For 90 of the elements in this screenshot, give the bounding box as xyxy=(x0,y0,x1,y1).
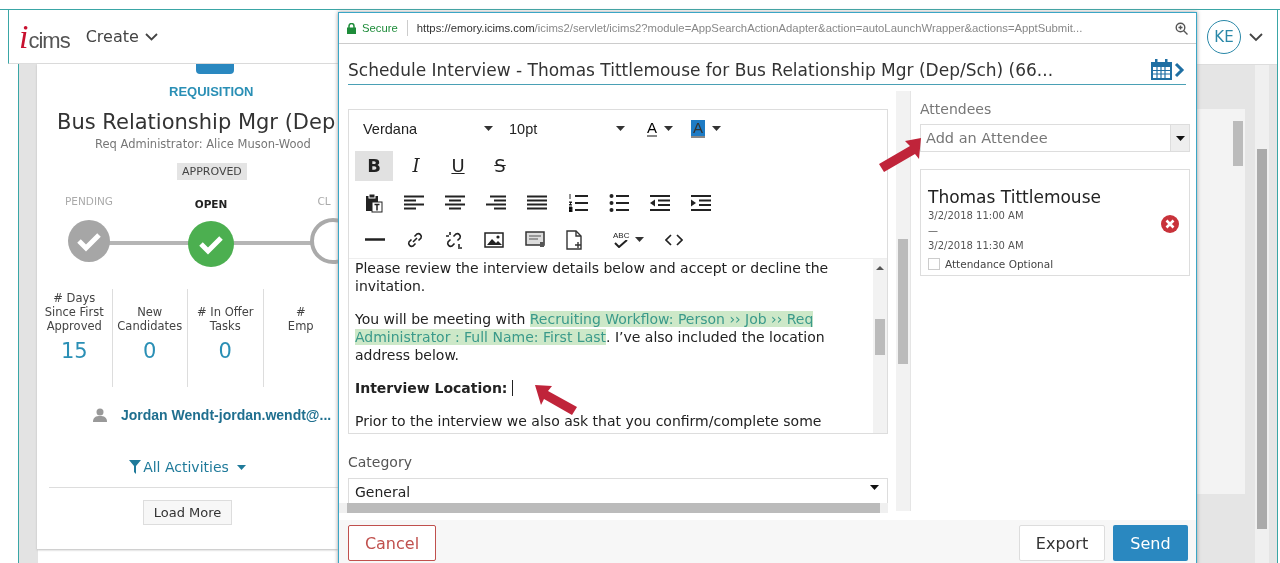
editor-paragraph: Prior to the interview we also ask that you confirm/complete some xyxy=(355,412,823,430)
secure-label: Secure xyxy=(362,22,398,34)
align-center-icon[interactable] xyxy=(445,194,465,211)
format-button[interactable]: I xyxy=(397,150,435,181)
stat-value[interactable]: 0 xyxy=(218,339,232,363)
numbered-list-icon[interactable] xyxy=(568,193,588,212)
tab-indicator xyxy=(196,64,234,74)
create-menu[interactable]: Create xyxy=(85,27,158,46)
status-badge: APPROVED xyxy=(177,163,247,180)
checkbox[interactable] xyxy=(928,258,940,270)
justify-icon[interactable] xyxy=(527,194,547,211)
funnel-icon xyxy=(129,460,142,474)
paste-icon[interactable] xyxy=(365,192,383,213)
media-icon[interactable] xyxy=(525,231,545,248)
calendar-icon[interactable] xyxy=(1150,58,1186,82)
stat-label: # Emp xyxy=(287,304,314,333)
caret-icon xyxy=(664,126,673,131)
align-right-icon[interactable] xyxy=(486,194,506,211)
image-icon[interactable] xyxy=(484,231,504,248)
checkbox-label: Attendance Optional xyxy=(945,258,1054,270)
caret-icon xyxy=(870,485,879,490)
vertical-scrollbar[interactable] xyxy=(1255,65,1269,563)
caret-icon xyxy=(1175,135,1185,141)
url-text: https://emory.icims.com/icims2/servlet/icims2?module=AppSearchActionAdapter&action=autoLaunchWrapper&actions=ApptSubmit... xyxy=(416,22,1084,34)
align-left-icon[interactable] xyxy=(404,194,424,211)
stat-label: # In Offer Tasks xyxy=(197,304,254,333)
font-color-button[interactable]: A xyxy=(643,120,677,137)
format-button[interactable]: U xyxy=(439,150,477,181)
outdent-icon[interactable] xyxy=(650,194,670,211)
check-circle-icon xyxy=(188,221,234,267)
chevron-down-icon[interactable] xyxy=(1249,32,1263,42)
caret-icon xyxy=(236,464,246,470)
check-icon xyxy=(614,239,629,248)
export-button[interactable]: Export xyxy=(1019,525,1105,561)
spellcheck-button[interactable]: ABC xyxy=(603,231,645,248)
stat-value[interactable]: 0 xyxy=(143,339,157,363)
size-dropdown[interactable]: 10pt xyxy=(501,120,633,137)
format-button[interactable]: S xyxy=(481,150,519,181)
caret-icon xyxy=(484,126,493,131)
stat-label: New Candidates xyxy=(117,304,183,333)
vertical-scrollbar[interactable] xyxy=(896,91,911,511)
section-label: REQUISITION xyxy=(169,84,255,99)
end-time: 3/2/2018 11:30 AM xyxy=(928,240,1025,252)
zoom-icon[interactable] xyxy=(1175,21,1188,35)
editor-paragraph: Please review the interview details below and accept or decline the invitation. xyxy=(355,259,830,295)
indent-icon[interactable] xyxy=(691,194,711,211)
unlink-icon[interactable] xyxy=(445,230,463,249)
contact-link[interactable]: Jordan Wendt-jordan.wendt@... xyxy=(121,407,332,423)
chevron-down-icon xyxy=(144,32,158,41)
remove-icon[interactable] xyxy=(1161,215,1179,233)
administrator-text: Req Administrator: Alice Muson-Wood xyxy=(95,137,312,151)
stat-label: # Days Since First Approved xyxy=(44,290,104,333)
caret-icon xyxy=(635,237,645,242)
vertical-scrollbar[interactable] xyxy=(873,259,887,433)
caret-icon xyxy=(616,126,625,131)
pointer-arrow xyxy=(535,385,577,415)
attendee-field[interactable]: Add an Attendee xyxy=(920,124,1170,152)
document-icon[interactable] xyxy=(566,229,582,250)
activity-filter[interactable]: All Activities xyxy=(129,459,246,475)
load-more-button[interactable]: Load More xyxy=(142,500,233,525)
font-dropdown[interactable]: Verdana xyxy=(355,120,501,137)
user-avatar[interactable]: KE xyxy=(1207,20,1241,54)
stage-label: OPEN xyxy=(194,198,228,212)
dialog-title: Schedule Interview - Thomas Tittlemouse for Bus Relationship Mgr (Dep/Sch) (66... xyxy=(348,60,1054,80)
address-bar[interactable]: Secure https://emory.icims.com/icims2/servlet/icims2?module=AppSearchActionAdapter&action=autoLaunchWrapper&actions=ApptSubmit... xyxy=(339,13,1196,44)
stage-label: CL xyxy=(317,195,331,209)
format-button[interactable]: B xyxy=(355,150,393,181)
field-label: Attendees xyxy=(920,101,993,117)
horizontal-scrollbar[interactable] xyxy=(339,503,888,513)
editor-area[interactable] xyxy=(349,258,887,433)
check-circle-icon xyxy=(66,218,112,264)
dash-text: — xyxy=(928,225,939,237)
link-icon[interactable] xyxy=(406,230,424,249)
lock-icon xyxy=(347,22,356,34)
code-icon[interactable] xyxy=(665,233,684,246)
bullet-list-icon[interactable] xyxy=(609,193,629,212)
pointer-arrow xyxy=(879,138,921,172)
stage-label: PENDING xyxy=(65,195,113,209)
caret-icon xyxy=(712,126,722,131)
logo[interactable]: icims xyxy=(19,17,70,56)
send-button[interactable]: Send xyxy=(1113,525,1188,561)
editor-paragraph: Interview Location: xyxy=(355,379,867,397)
dropdown-button[interactable] xyxy=(1170,124,1190,152)
attendee-name: Thomas Tittlemouse xyxy=(928,187,1102,207)
person-icon xyxy=(93,408,107,422)
requisition-title: Bus Relationship Mgr (Dep xyxy=(57,110,337,134)
cancel-button[interactable]: Cancel xyxy=(348,525,436,561)
stat-value[interactable]: 15 xyxy=(60,339,88,363)
start-time: 3/2/2018 11:00 AM xyxy=(928,210,1025,222)
field-label: Category xyxy=(348,454,413,470)
